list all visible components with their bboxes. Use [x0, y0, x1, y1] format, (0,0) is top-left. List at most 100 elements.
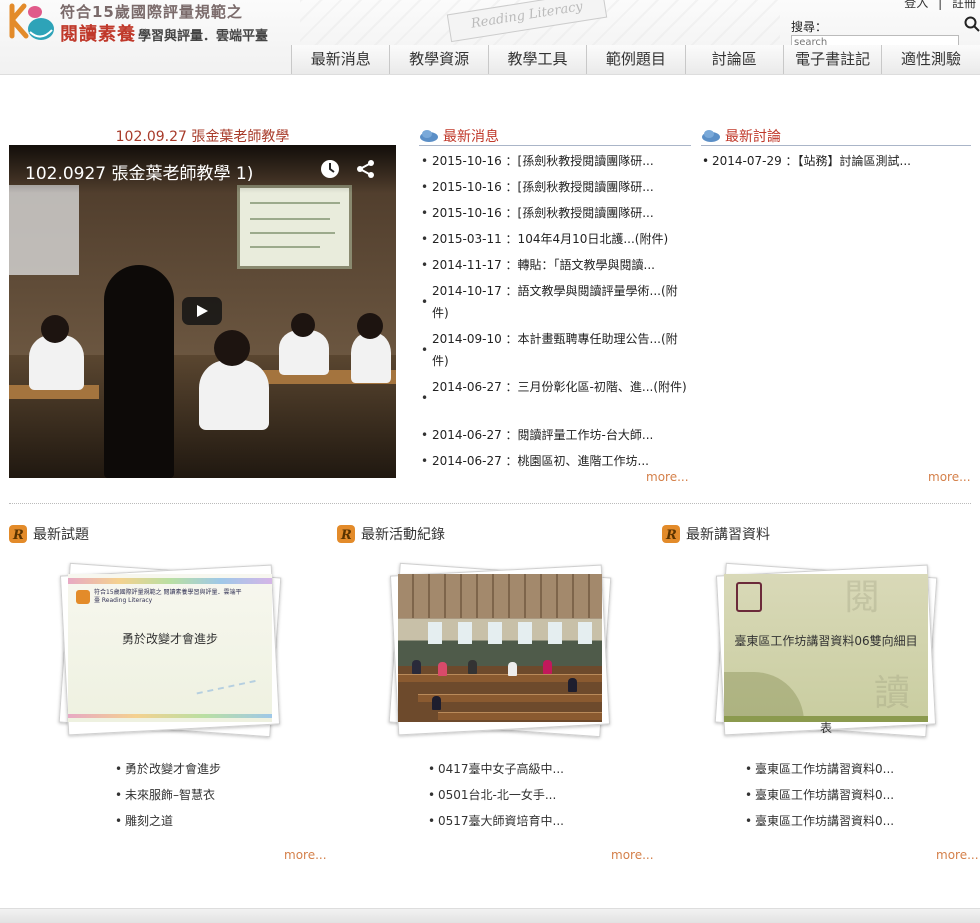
questions-thumbnail[interactable]: 符合15歲國際評量規範之 閱讀素養學習與評量．雲端平臺 Reading Lite… — [52, 562, 282, 738]
photo-window — [548, 622, 562, 644]
cloud-icon — [702, 130, 720, 142]
questions-heading-text: 最新試題 — [33, 527, 89, 543]
projection-line — [250, 246, 320, 248]
search-icon[interactable] — [964, 16, 980, 32]
questions-heading: R 最新試題 — [9, 524, 89, 544]
discussion-item[interactable]: 2014-07-29 ：【站務】討論區測試... — [701, 150, 976, 172]
logo-tagline: 符合15歲國際評量規範之 — [60, 3, 243, 21]
paper-plane-decoration — [196, 679, 260, 713]
news-list: 2015-10-16 ：[孫劍秋教授閱讀團隊研... 2015-10-16 ：[… — [419, 150, 694, 484]
video-caption[interactable]: 102.0927 張金葉老師教學 1) — [25, 159, 253, 184]
discussion-more-link[interactable]: more... — [928, 470, 971, 484]
question-item[interactable]: 未來服飾–智慧衣 — [115, 782, 221, 808]
video-frame-teacher — [104, 265, 174, 478]
projection-line — [250, 218, 330, 220]
news-item[interactable]: 2014-11-17 ：轉貼：「語文教學與閱讀... — [419, 254, 694, 276]
video-frame-window — [9, 185, 79, 275]
svg-text:R: R — [12, 528, 24, 543]
photo-person — [438, 662, 447, 676]
news-item[interactable]: 2014-10-17 ：語文教學與閱讀評量學術...(附件) — [419, 280, 694, 324]
photo-desk-row — [418, 694, 602, 702]
materials-more-link[interactable]: more... — [936, 848, 979, 862]
activities-thumbnail[interactable] — [382, 562, 612, 738]
video-frame-projection — [237, 185, 352, 269]
reading-logo-icon[interactable] — [8, 2, 58, 46]
photo-person — [508, 662, 517, 676]
news-heading: 最新消息 — [419, 126, 691, 146]
activity-item[interactable]: 0417臺中女子高級中... — [428, 756, 564, 782]
slide-bottom-stripe — [68, 714, 272, 718]
video-frame-student-head — [291, 313, 315, 337]
photo-ceiling — [398, 574, 602, 618]
photo-person — [468, 660, 477, 674]
news-item[interactable]: 2015-10-16 ：[孫劍秋教授閱讀團隊研... — [419, 202, 694, 224]
r-badge-icon: R — [662, 525, 680, 543]
share-icon[interactable] — [356, 159, 376, 179]
material-item[interactable]: 臺東區工作坊講習資料0... — [745, 808, 894, 834]
play-icon[interactable] — [182, 297, 222, 325]
photo-person — [412, 660, 421, 674]
slide-floral-decoration — [724, 672, 804, 722]
logo-title: 閱讀素養 學習與評量．雲端平臺 — [60, 20, 268, 46]
nav-item-teaching-resources[interactable]: 教學資源 — [390, 45, 489, 74]
materials-heading: R 最新講習資料 — [662, 524, 770, 544]
video-frame-student — [29, 335, 84, 390]
question-item[interactable]: 勇於改變才會進步 — [115, 756, 221, 782]
activity-item[interactable]: 0501台北-北一女手... — [428, 782, 564, 808]
nav-item-ebook-notes[interactable]: 電子書註記 — [783, 45, 883, 74]
slide-emblem-icon — [736, 582, 762, 612]
photo-person — [568, 678, 577, 692]
question-item[interactable]: 雕刻之道 — [115, 808, 221, 834]
materials-thumbnail[interactable]: 閱 讀 臺東區工作坊講習資料06雙向細目 表 — [708, 562, 938, 738]
section-divider — [9, 503, 971, 504]
cloud-icon — [420, 130, 438, 142]
register-link[interactable]: 註冊 — [952, 0, 976, 10]
footer-strip — [0, 908, 980, 923]
link-separator: | — [938, 0, 943, 10]
account-links: 登入 | 註冊 — [898, 0, 976, 11]
activity-item[interactable]: 0517臺大師資培育中... — [428, 808, 564, 834]
material-item[interactable]: 臺東區工作坊講習資料0... — [745, 756, 894, 782]
news-item[interactable]: 2014-06-27 ：桃園區初、進階工作坊... — [419, 450, 694, 472]
nav-item-adaptive-test[interactable]: 適性測驗 — [882, 45, 980, 74]
material-item[interactable]: 臺東區工作坊講習資料0... — [745, 782, 894, 808]
news-item[interactable]: 2015-10-16 ：[孫劍秋教授閱讀團隊研... — [419, 176, 694, 198]
login-link[interactable]: 登入 — [904, 0, 928, 10]
photo-window — [458, 622, 472, 644]
site-header: 符合15歲國際評量規範之 閱讀素養 學習與評量．雲端平臺 Reading Lite… — [0, 0, 980, 75]
discussion-heading-text: 最新討論 — [725, 129, 781, 145]
questions-more-link[interactable]: more... — [284, 848, 327, 862]
nav-item-teaching-tools[interactable]: 教學工具 — [488, 45, 588, 74]
search-label: 搜尋： — [791, 20, 828, 34]
discussion-list: 2014-07-29 ：【站務】討論區測試... — [701, 150, 976, 172]
slide-ghost-glyph: 閱 — [844, 577, 881, 618]
news-item[interactable]: 2015-03-11 ：104年4月10日北護...(附件) — [419, 228, 694, 250]
activities-more-link[interactable]: more... — [611, 848, 654, 862]
featured-video-player[interactable]: 102.0927 張金葉老師教學 1) — [9, 145, 396, 478]
activities-list: 0417臺中女子高級中... 0501台北-北一女手... 0517臺大師資培育… — [428, 756, 564, 834]
questions-thumbnail-title: 勇於改變才會進步 — [121, 632, 218, 646]
photo-person — [432, 696, 441, 710]
featured-video-title[interactable]: 102.09.27 張金葉老師教學 — [9, 126, 396, 146]
logo-sub-text: 學習與評量．雲端平臺 — [138, 29, 269, 44]
news-item[interactable]: 2014-06-27 ：三月份彰化區-初階、進...(附件) — [419, 376, 694, 420]
materials-thumbnail-title: 臺東區工作坊講習資料06雙向細目 — [734, 634, 918, 648]
clock-icon[interactable] — [320, 159, 340, 179]
photo-desk-row — [438, 712, 602, 720]
photo-window — [578, 622, 592, 644]
nav-item-sample-questions[interactable]: 範例題目 — [587, 45, 686, 74]
projection-line — [250, 232, 335, 234]
news-heading-text: 最新消息 — [443, 129, 499, 145]
video-frame-student-head — [41, 315, 69, 343]
news-item[interactable]: 2015-10-16 ：[孫劍秋教授閱讀團隊研... — [419, 150, 694, 172]
news-item[interactable]: 2014-09-10 ：本計畫甄聘專任助理公告...(附件) — [419, 328, 694, 372]
photo-window — [428, 622, 442, 644]
materials-thumbnail-image: 閱 讀 臺東區工作坊講習資料06雙向細目 — [724, 574, 928, 722]
nav-item-forum[interactable]: 討論區 — [685, 45, 784, 74]
photo-window — [488, 622, 502, 644]
news-item[interactable]: 2014-06-27 ：閱讀評量工作坊-台大師... — [419, 424, 694, 446]
projection-line — [250, 202, 340, 204]
news-more-link[interactable]: more... — [646, 470, 689, 484]
photo-person — [543, 660, 552, 674]
nav-item-news[interactable]: 最新消息 — [292, 45, 391, 74]
